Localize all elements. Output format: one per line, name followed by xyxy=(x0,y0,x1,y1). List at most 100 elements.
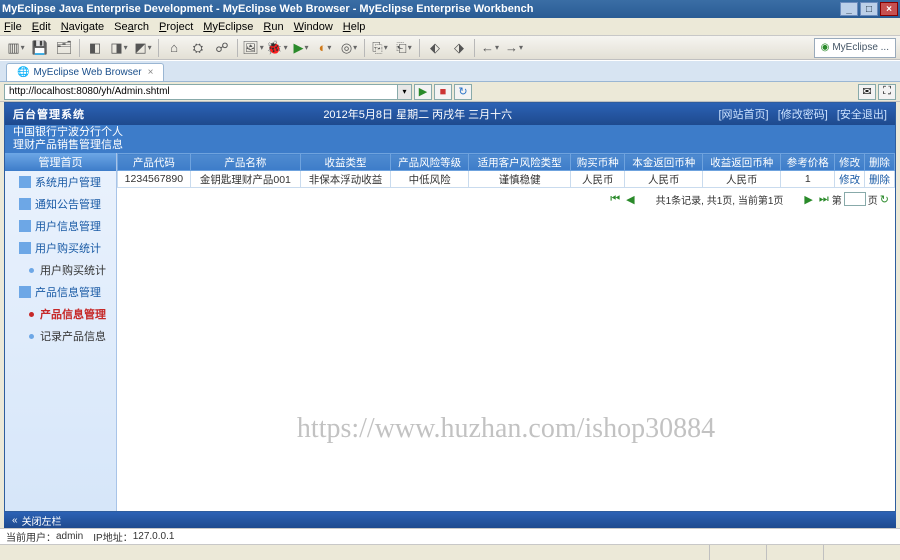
cell-principal: 人民币 xyxy=(625,171,703,188)
window-titlebar: MyEclipse Java Enterprise Development - … xyxy=(0,0,900,18)
minimize-button[interactable]: _ xyxy=(840,2,858,16)
status-ip-prefix: IP地址： xyxy=(93,529,132,544)
go-button[interactable]: ▶ xyxy=(414,84,432,100)
page-status-bar: 当前用户： admin IP地址： 127.0.0.1 xyxy=(0,528,900,544)
menu-search[interactable]: Search xyxy=(114,21,149,33)
sidebar-item-prodinfo[interactable]: 产品信息管理 xyxy=(5,281,116,303)
maximize-button[interactable]: □ xyxy=(860,2,878,16)
save-all-icon[interactable]: 🗂 xyxy=(54,38,74,58)
watermark-text: https://www.huzhan.com/ishop30884 xyxy=(117,413,895,445)
app-subtitle-2: 理财产品销售管理信息 xyxy=(13,139,895,152)
tool-13-icon[interactable]: ⬗ xyxy=(449,38,469,58)
cell-code: 1234567890 xyxy=(118,171,191,188)
sidebar-label: 记录产品信息 xyxy=(40,328,106,344)
sidebar-sub-prodinfo[interactable]: 产品信息管理 xyxy=(5,303,116,325)
status-ip: 127.0.0.1 xyxy=(133,531,175,542)
new-icon[interactable]: ▥▾ xyxy=(6,38,26,58)
tool-9-icon[interactable]: ◎▾ xyxy=(339,38,359,58)
header-links: [网站首页] [修改密码] [安全退出] xyxy=(713,106,888,122)
refresh-button[interactable]: ↻ xyxy=(454,84,472,100)
sidebar-item-sysuser[interactable]: 系统用户管理 xyxy=(5,171,116,193)
cell-edit-link[interactable]: 修改 xyxy=(835,171,865,188)
sidebar-item-notice[interactable]: 通知公告管理 xyxy=(5,193,116,215)
addr-tool-2-icon[interactable]: ⛶ xyxy=(878,84,896,100)
url-dropdown[interactable]: ▾ xyxy=(398,84,412,100)
save-icon[interactable]: 💾 xyxy=(30,38,50,58)
pager-page-b: 页 xyxy=(868,192,878,207)
sidebar-item-userinfo[interactable]: 用户信息管理 xyxy=(5,215,116,237)
tool-12-icon[interactable]: ⬖ xyxy=(425,38,445,58)
back-icon[interactable]: ←▾ xyxy=(480,38,500,58)
tool-4-icon[interactable]: ⌂ xyxy=(164,38,184,58)
book-icon xyxy=(19,286,31,298)
product-table: 产品代码 产品名称 收益类型 产品风险等级 适用客户风险类型 购买币种 本金返回… xyxy=(117,153,895,188)
pager-first-icon[interactable]: ⏮ xyxy=(610,193,620,206)
pager-prev-icon[interactable]: ◀ xyxy=(626,193,634,206)
menu-window[interactable]: Window xyxy=(294,21,333,33)
pager-go-icon[interactable]: ↻ xyxy=(880,193,889,206)
app-subtitle: 中国银行宁波分行个人 理财产品销售管理信息 xyxy=(5,125,895,153)
cell-return-cur: 人民币 xyxy=(703,171,781,188)
th-risk: 产品风险等级 xyxy=(391,154,469,171)
tool-11-icon[interactable]: ⎗▾ xyxy=(394,38,414,58)
sidebar-label: 用户购买统计 xyxy=(40,262,106,278)
app-subtitle-1: 中国银行宁波分行个人 xyxy=(13,126,895,139)
pager-last-icon[interactable]: ⏭ xyxy=(819,193,829,206)
menu-myeclipse[interactable]: MyEclipse xyxy=(203,21,253,33)
close-button[interactable]: × xyxy=(880,2,898,16)
menubar: FFileile Edit Navigate Search Project My… xyxy=(0,18,900,36)
pager-page-input[interactable] xyxy=(844,192,866,206)
cell-cust-risk: 谨慎稳健 xyxy=(469,171,571,188)
status-cell-1 xyxy=(709,545,766,560)
cell-price: 1 xyxy=(781,171,835,188)
link-change-pwd[interactable]: [修改密码] xyxy=(778,109,828,121)
app-date: 2012年5月8日 星期二 丙戌年 三月十六 xyxy=(123,106,713,122)
book-icon xyxy=(19,220,31,232)
menu-run[interactable]: Run xyxy=(263,21,283,33)
url-input[interactable] xyxy=(4,84,398,100)
link-site-home[interactable]: [网站首页] xyxy=(719,109,769,121)
run-icon[interactable]: ▶▾ xyxy=(291,38,311,58)
tool-2-icon[interactable]: ◨▾ xyxy=(109,38,129,58)
sidebar: 管理首页 系统用户管理 通知公告管理 用户信息管理 用户购买统计 用户购买统计 … xyxy=(5,153,117,511)
table-row: 1234567890 金钥匙理财产品001 非保本浮动收益 中低风险 谨慎稳健 … xyxy=(118,171,895,188)
menu-file[interactable]: FFileile xyxy=(4,21,22,33)
bullet-icon xyxy=(29,312,34,317)
tab-label: MyEclipse Web Browser xyxy=(33,67,141,78)
tab-close-icon[interactable]: × xyxy=(148,67,154,78)
tool-5-icon[interactable]: ⛭ xyxy=(188,38,208,58)
perspective-chip[interactable]: ◉ MyEclipse ... xyxy=(814,38,896,58)
tool-7-icon[interactable]: 🖼▾ xyxy=(243,38,263,58)
tool-10-icon[interactable]: ⎘▾ xyxy=(370,38,390,58)
sidebar-sub-userstat[interactable]: 用户购买统计 xyxy=(5,259,116,281)
debug-icon[interactable]: 🐞▾ xyxy=(267,38,287,58)
menu-navigate[interactable]: Navigate xyxy=(61,21,104,33)
tool-6-icon[interactable]: ☍ xyxy=(212,38,232,58)
addr-tool-1-icon[interactable]: ✉ xyxy=(858,84,876,100)
menu-edit[interactable]: Edit xyxy=(32,21,51,33)
tab-web-browser[interactable]: 🌐 MyEclipse Web Browser × xyxy=(6,63,164,81)
tool-3-icon[interactable]: ◩▾ xyxy=(133,38,153,58)
pager-next-icon[interactable]: ▶ xyxy=(804,193,812,206)
link-logout[interactable]: [安全退出] xyxy=(837,109,887,121)
sidebar-item-userstat[interactable]: 用户购买统计 xyxy=(5,237,116,259)
cell-delete-link[interactable]: 删除 xyxy=(865,171,895,188)
pager-page-a: 第 xyxy=(832,192,842,207)
app-header: 后台管理系统 2012年5月8日 星期二 丙戌年 三月十六 [网站首页] [修改… xyxy=(5,103,895,125)
admin-app: 后台管理系统 2012年5月8日 星期二 丙戌年 三月十六 [网站首页] [修改… xyxy=(4,102,896,512)
stop-button[interactable]: ■ xyxy=(434,84,452,100)
bullet-icon xyxy=(29,334,34,339)
tool-8-icon[interactable]: ◐▾ xyxy=(315,38,335,58)
fwd-icon[interactable]: →▾ xyxy=(504,38,524,58)
tool-1-icon[interactable]: ◧ xyxy=(85,38,105,58)
th-name: 产品名称 xyxy=(190,154,300,171)
menu-project[interactable]: Project xyxy=(159,21,193,33)
ide-toolbar: ▥▾ 💾 🗂 ◧ ◨▾ ◩▾ ⌂ ⛭ ☍ 🖼▾ 🐞▾ ▶▾ ◐▾ ◎▾ ⎘▾ ⎗… xyxy=(0,36,900,60)
th-price: 参考价格 xyxy=(781,154,835,171)
sidebar-head[interactable]: 管理首页 xyxy=(5,153,116,171)
app-brand: 后台管理系统 xyxy=(13,106,123,122)
menu-help[interactable]: Help xyxy=(343,21,366,33)
collapse-sidebar-bar[interactable]: « 关闭左栏 xyxy=(4,512,896,528)
sidebar-sub-record[interactable]: 记录产品信息 xyxy=(5,325,116,347)
sidebar-label: 用户信息管理 xyxy=(35,218,101,234)
